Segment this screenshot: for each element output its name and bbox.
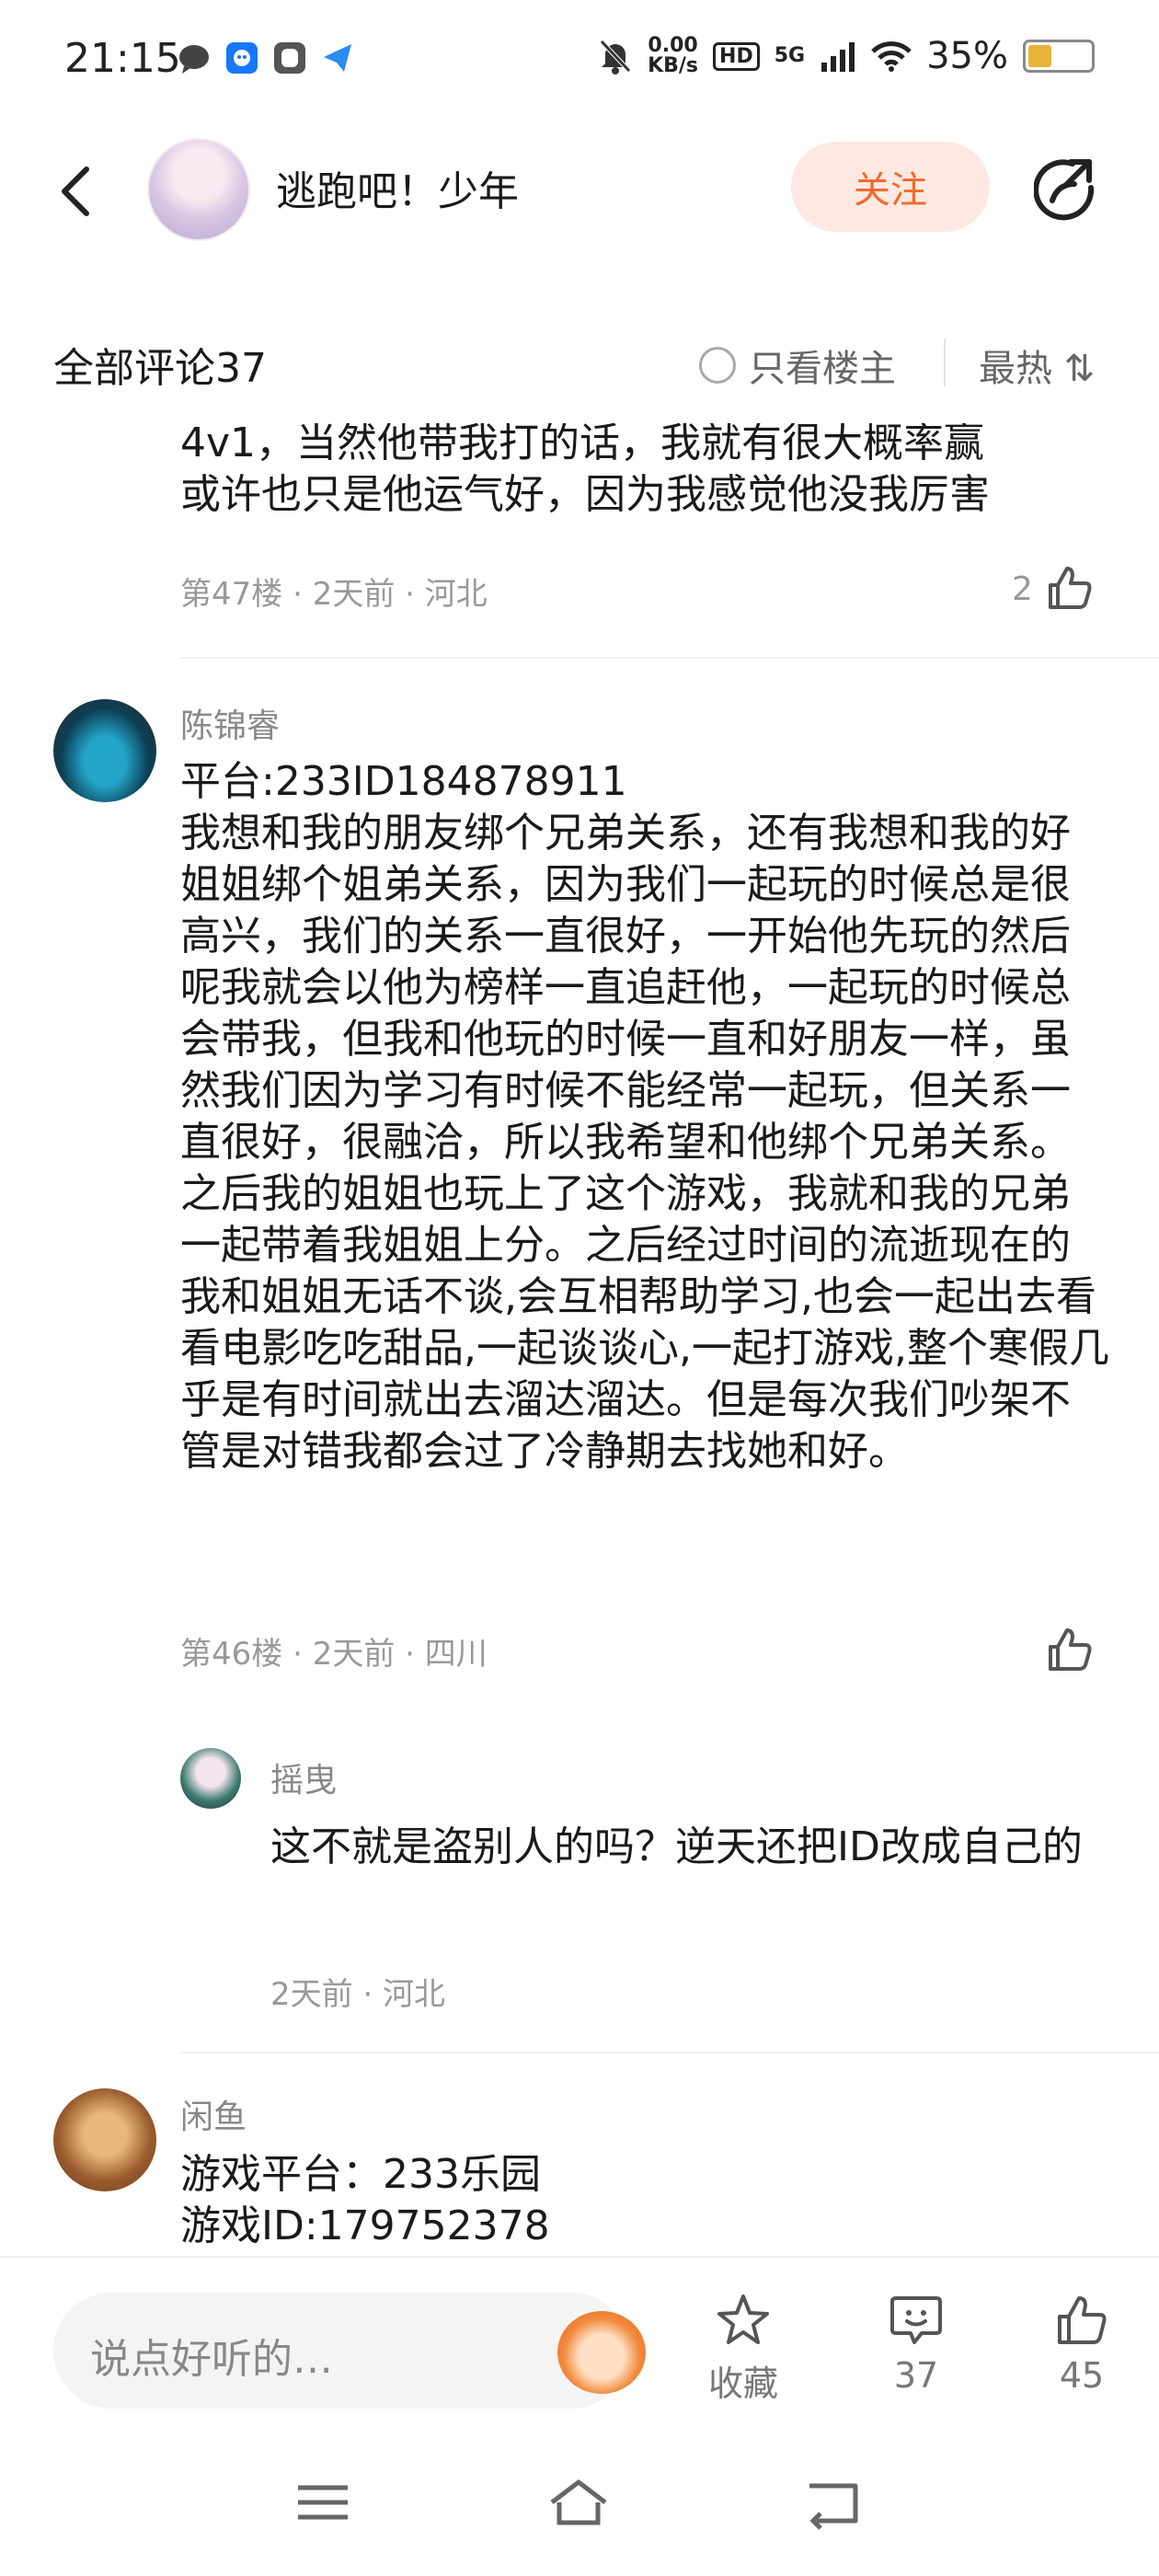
comment-meta: 第47楼 · 2天前 · 河北 <box>180 576 488 613</box>
comment-input[interactable]: 说点好听的… <box>53 2293 646 2409</box>
star-icon <box>717 2294 769 2344</box>
like-icon[interactable] <box>1045 1625 1095 1674</box>
post-header: 逃跑吧！少年 关注 <box>0 129 1159 248</box>
divider <box>944 339 946 386</box>
favorite-label: 收藏 <box>707 2363 778 2404</box>
mascot-emoji-icon[interactable] <box>557 2311 646 2394</box>
divider <box>180 2052 1159 2053</box>
comment-47: 4v1，当然他带我打的话，我就有很大概率赢 或许也只是他运气好，因为我感觉他没我… <box>180 423 1100 521</box>
owner-only-toggle[interactable]: 只看楼主 <box>699 339 896 392</box>
sort-dropdown[interactable]: 最热 ⇅ <box>979 339 1095 392</box>
commenter-name[interactable]: 闲鱼 <box>180 2090 247 2138</box>
reply-avatar[interactable] <box>180 1748 241 1809</box>
share-icon[interactable] <box>1034 156 1098 221</box>
radio-icon[interactable] <box>699 347 736 384</box>
wifi-icon <box>871 41 912 72</box>
favorite-button[interactable]: 收藏 <box>688 2291 798 2406</box>
comment-text: 平台:233ID184878911 我想和我的朋友绑个兄弟关系，还有我想和我的好… <box>180 758 1109 1475</box>
comment-46[interactable]: 平台:233ID184878911 我想和我的朋友绑个兄弟关系，还有我想和我的好… <box>180 756 1109 1478</box>
hand-app-icon <box>274 42 305 74</box>
hd-badge: HD <box>713 41 760 71</box>
comment-next[interactable]: 游戏平台：233乐园 游戏ID:179752378 <box>180 2149 1100 2252</box>
follow-button[interactable]: 关注 <box>791 142 990 232</box>
divider <box>180 657 1159 659</box>
status-right: 0.00 KB/s HD 5G 35% <box>598 35 1095 77</box>
commenter-name[interactable]: 陈锦睿 <box>180 699 280 747</box>
author-avatar[interactable] <box>147 138 250 241</box>
comment-input-placeholder: 说点好听的… <box>90 2336 333 2383</box>
like-button[interactable]: 45 <box>1027 2291 1137 2396</box>
notification-icons <box>177 40 355 75</box>
net-speed: 0.00 KB/s <box>648 36 698 76</box>
commenter-avatar[interactable] <box>53 2088 156 2191</box>
battery-percent: 35% <box>926 35 1008 77</box>
back-nav-icon[interactable] <box>802 2475 866 2530</box>
status-time: 21:15 <box>64 35 181 82</box>
comment-count-label: 37 <box>893 2355 939 2396</box>
app-notification-icon <box>226 42 258 74</box>
signal-icon <box>821 42 855 72</box>
reply-text: 这不就是盗别人的吗？逆天还把ID改成自己的 <box>270 1823 1083 1870</box>
like-count: 2 <box>1012 570 1033 608</box>
comment-bubble-icon <box>890 2296 942 2344</box>
reply-author[interactable]: 摇曳 <box>270 1754 337 1801</box>
system-nav-bar <box>0 2438 1159 2576</box>
net-speed-unit: KB/s <box>648 54 699 77</box>
comment-count: 全部评论37 <box>53 345 267 392</box>
battery-icon <box>1023 40 1095 73</box>
comment-toolbar: 全部评论37 只看楼主 最热 ⇅ <box>0 322 1159 405</box>
bottom-action-bar: 说点好听的… 收藏 37 45 <box>0 2256 1159 2412</box>
mute-bell-icon <box>600 40 631 75</box>
comments-button[interactable]: 37 <box>861 2291 971 2396</box>
back-arrow-icon[interactable] <box>53 164 99 219</box>
reply-meta: 2天前 · 河北 <box>270 1976 446 2013</box>
reply[interactable]: 这不就是盗别人的吗？逆天还把ID改成自己的 <box>270 1822 1098 1873</box>
like-count-label: 45 <box>1059 2355 1105 2396</box>
comment-meta: 第46楼 · 2天前 · 四川 <box>180 1636 488 1673</box>
commenter-avatar[interactable] <box>53 699 156 802</box>
comment-text: 游戏平台：233乐园 游戏ID:179752378 <box>180 2151 550 2249</box>
comment-list[interactable]: 4v1，当然他带我打的话，我就有很大概率赢 或许也只是他运气好，因为我感觉他没我… <box>0 423 1159 2254</box>
thumbs-up-icon <box>1058 2296 1107 2344</box>
menu-icon[interactable] <box>291 2475 355 2530</box>
author-name[interactable]: 逃跑吧！少年 <box>276 158 519 217</box>
owner-only-label: 只看楼主 <box>749 348 896 390</box>
comment-text: 4v1，当然他带我打的话，我就有很大概率赢 或许也只是他运气好，因为我感觉他没我… <box>180 423 990 518</box>
cellular-label: 5G <box>774 44 806 67</box>
send-app-icon <box>324 44 351 72</box>
home-icon[interactable] <box>546 2475 611 2530</box>
net-speed-value: 0.00 <box>648 34 698 57</box>
status-bar: 21:15 0.00 KB/s HD 5G 35% <box>0 0 1159 120</box>
like-icon[interactable] <box>1045 563 1095 613</box>
message-icon <box>179 45 209 74</box>
